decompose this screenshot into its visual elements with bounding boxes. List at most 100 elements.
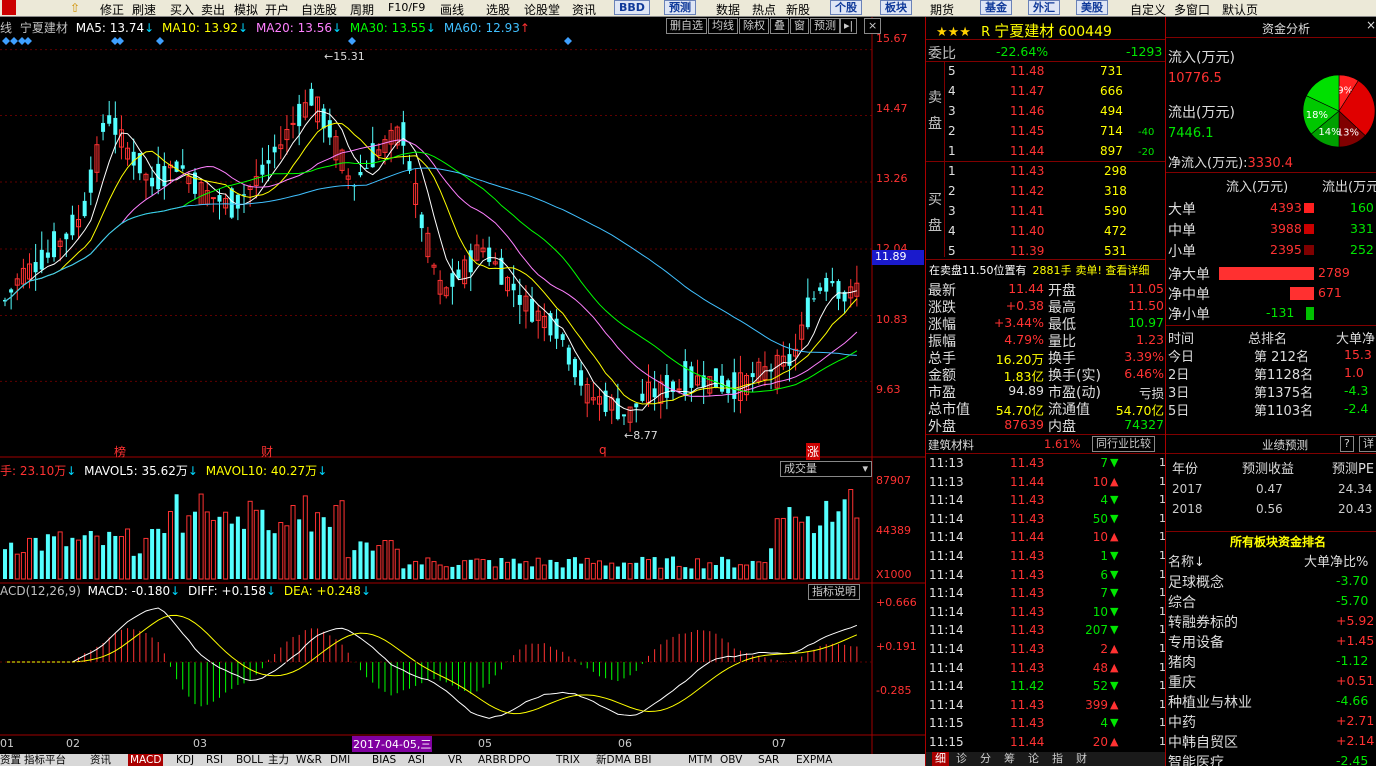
toolbar-item-multiwindow[interactable]: 多窗口	[1174, 1, 1210, 18]
indicator-tab-12[interactable]: VR	[448, 754, 462, 766]
indicator-tab-13[interactable]: ARBR	[478, 754, 507, 766]
toolbar-item-news[interactable]: 资讯	[572, 1, 596, 18]
fund-button[interactable]: 基金	[980, 0, 1012, 15]
sector-row-name[interactable]: 足球概念	[1168, 572, 1224, 592]
indicator-help-button[interactable]: 指标说明	[808, 584, 860, 600]
up-arrow-icon[interactable]: ⇧	[70, 1, 80, 15]
sector-row-name[interactable]: 智能医疗	[1168, 752, 1224, 766]
indicator-tab-14[interactable]: DPO	[508, 754, 531, 766]
marker-cai[interactable]: 财	[261, 443, 273, 460]
collapse-icon[interactable]: ▸|	[840, 18, 858, 34]
buy-price-2[interactable]: 11.42	[1010, 184, 1044, 198]
fund-close-icon[interactable]: ×	[1366, 18, 1376, 32]
toolbar-item-f10[interactable]: F10/F9	[388, 1, 425, 14]
tick-tab-6[interactable]: 财	[1076, 752, 1087, 766]
toolbar-item-forum[interactable]: 论股堂	[524, 1, 560, 18]
indicator-tab-5[interactable]: RSI	[206, 754, 223, 766]
marker-q[interactable]: q	[599, 443, 607, 457]
toolbar-item-watchlist[interactable]: 自选股	[301, 1, 337, 18]
tick-tab-2[interactable]: 分	[980, 752, 991, 766]
exright-button[interactable]: 除权	[739, 18, 769, 34]
indicator-tab-17[interactable]: BBI	[634, 754, 652, 766]
toolbar-item-sell[interactable]: 卖出	[201, 1, 225, 18]
toolbar-item-ipo[interactable]: 新股	[786, 1, 810, 18]
indicator-tab-19[interactable]: OBV	[720, 754, 742, 766]
toolbar-item-hot[interactable]: 热点	[752, 1, 776, 18]
overlay-button[interactable]: 叠	[770, 18, 789, 34]
toolbar-item-draw[interactable]: 画线	[440, 1, 464, 18]
indicator-tab-7[interactable]: 主力	[268, 754, 289, 766]
indicator-tab-4[interactable]: KDJ	[176, 754, 194, 766]
big-order-notice[interactable]: 在卖盘11.50位置有 2881手 卖单! 查看详细	[929, 262, 1149, 278]
forecast-help-button[interactable]: ?	[1340, 436, 1354, 452]
toolbar-item-open-account[interactable]: 开户	[265, 1, 289, 18]
indicator-tab-15[interactable]: TRIX	[556, 754, 580, 766]
toolbar-item-buy[interactable]: 买入	[170, 1, 194, 18]
sector-row-name[interactable]: 中韩自贸区	[1168, 732, 1238, 752]
sector-row-name[interactable]: 猪肉	[1168, 652, 1196, 672]
sector-row-name[interactable]: 中药	[1168, 712, 1196, 732]
indicator-tab-21[interactable]: EXPMA	[796, 754, 832, 766]
toolbar-item-futures[interactable]: 期货	[930, 1, 954, 18]
indicator-tab-1[interactable]: 指标平台	[24, 754, 66, 766]
toolbar-item-data[interactable]: 数据	[716, 1, 740, 18]
indicator-tab-2[interactable]: 资讯	[90, 754, 111, 766]
tick-tab-5[interactable]: 指	[1052, 752, 1063, 766]
sector-head-name[interactable]: 名称↓	[1168, 551, 1205, 570]
volume-indicator-dropdown[interactable]: 成交量 ▾	[780, 461, 872, 477]
indicator-tab-10[interactable]: BIAS	[372, 754, 396, 766]
ma-button[interactable]: 均线	[708, 18, 738, 34]
kline-chart-area[interactable]: 线 宁夏建材 MA5: 13.74↓ MA10: 13.92↓ MA20: 13…	[0, 17, 925, 754]
sell-price-4[interactable]: 11.47	[1010, 84, 1044, 98]
toolbar-item-default[interactable]: 默认页	[1222, 1, 1258, 18]
us-stock-button[interactable]: 美股	[1076, 0, 1108, 15]
sector-row-name[interactable]: 综合	[1168, 592, 1196, 612]
marker-zhang[interactable]: 涨	[806, 443, 821, 460]
forex-button[interactable]: 外汇	[1028, 0, 1060, 15]
sell-price-2[interactable]: 11.45	[1010, 124, 1044, 138]
sector-button[interactable]: 板块	[880, 0, 912, 15]
toolbar-item-period[interactable]: 周期	[350, 1, 374, 18]
sector-row-name[interactable]: 转融券标的	[1168, 612, 1238, 632]
remove-watchlist-button[interactable]: 删自选	[666, 18, 707, 34]
indicator-tab-9[interactable]: DMI	[330, 754, 350, 766]
indicator-tab-18[interactable]: MTM	[688, 754, 713, 766]
sector-name[interactable]: 建筑材料	[928, 437, 974, 453]
indicator-tab-0[interactable]: 资置	[0, 754, 21, 766]
indicator-tab-6[interactable]: BOLL	[236, 754, 263, 766]
tick-tab-0[interactable]: 细	[932, 752, 949, 766]
kline-chart-svg[interactable]	[0, 17, 925, 754]
toolbar-item-shuasu[interactable]: 刷速	[132, 1, 156, 18]
buy-price-5[interactable]: 11.39	[1010, 244, 1044, 258]
toolbar-item-xiuzheng[interactable]: 修正	[100, 1, 124, 18]
toolbar-item-custom[interactable]: 自定义	[1130, 1, 1166, 18]
indicator-tab-11[interactable]: ASI	[408, 754, 425, 766]
stock-button[interactable]: 个股	[830, 0, 862, 15]
marker-bang[interactable]: 榜	[114, 443, 126, 460]
toolbar-item-simulate[interactable]: 模拟	[234, 1, 258, 18]
forecast-detail-button[interactable]: 详	[1359, 436, 1376, 452]
sell-price-1[interactable]: 11.44	[1010, 144, 1044, 158]
buy-price-3[interactable]: 11.41	[1010, 204, 1044, 218]
window-button[interactable]: 窗	[790, 18, 809, 34]
forecast-button[interactable]: 预测	[664, 0, 696, 15]
indicator-tab-20[interactable]: SAR	[758, 754, 779, 766]
sector-head-value[interactable]: 大单净比%	[1304, 551, 1368, 570]
chart-forecast-button[interactable]: 预测	[810, 18, 840, 34]
buy-price-1[interactable]: 11.43	[1010, 164, 1044, 178]
tick-tab-3[interactable]: 筹	[1004, 752, 1015, 766]
tick-tab-1[interactable]: 诊	[956, 752, 967, 766]
indicator-tab-16[interactable]: 新DMA	[596, 754, 631, 766]
tick-tab-4[interactable]: 论	[1028, 752, 1039, 766]
sector-row-name[interactable]: 重庆	[1168, 672, 1196, 692]
sector-row-name[interactable]: 专用设备	[1168, 632, 1224, 652]
sell-price-5[interactable]: 11.48	[1010, 64, 1044, 78]
back-icon[interactable]	[2, 0, 16, 15]
indicator-tab-3[interactable]: MACD	[128, 754, 164, 766]
buy-price-4[interactable]: 11.40	[1010, 224, 1044, 238]
sector-row-name[interactable]: 种植业与林业	[1168, 692, 1252, 712]
toolbar-item-stock-picker[interactable]: 选股	[486, 1, 510, 18]
sell-price-3[interactable]: 11.46	[1010, 104, 1044, 118]
indicator-tab-8[interactable]: W&R	[296, 754, 322, 766]
bbd-button[interactable]: BBD	[614, 0, 650, 15]
